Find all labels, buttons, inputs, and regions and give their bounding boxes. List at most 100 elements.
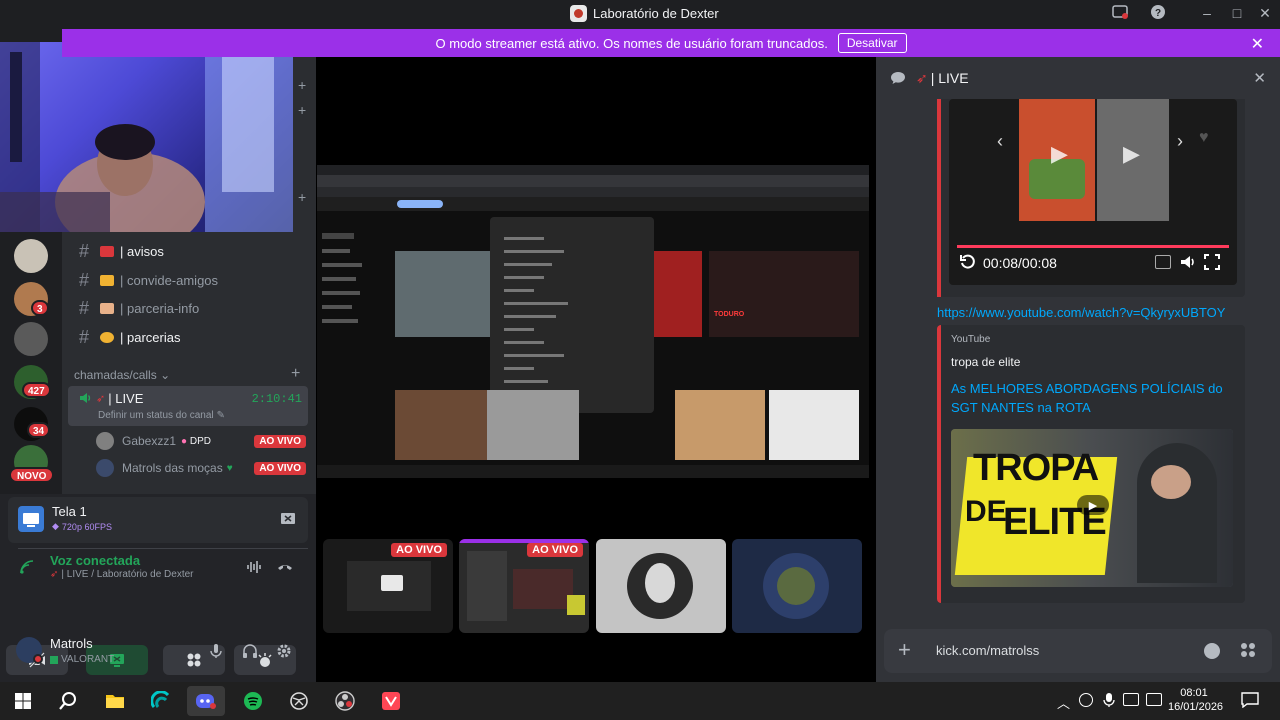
stream-panel: Tela 1 ◆ 720p 60FPS [8,497,308,543]
close-window-icon[interactable]: ✕ [1255,4,1275,22]
message-input[interactable]: kick.com/matrolss [936,643,1039,658]
server-icon-1[interactable] [14,239,48,273]
emoji-icon[interactable] [1204,643,1220,659]
yt-short [675,390,765,460]
valorant-icon[interactable] [372,686,410,716]
rocket-icon: ➶ [50,569,59,580]
voice-location[interactable]: ➶ | LIVE / Laboratório de Dexter [50,569,194,580]
set-status-hint[interactable]: Definir um status do canal ✎ [98,410,225,421]
play-icon[interactable]: ▶ [1051,141,1068,167]
microphone-icon[interactable] [208,643,224,659]
embed-title[interactable]: As MELHORES ABORDAGENS POLÍCIAIS do SGT … [951,379,1231,417]
chat-title-label: | LIVE [930,70,969,86]
participant-tile[interactable]: AO VIVO [323,539,453,633]
user-activity: VALORANT [50,654,114,665]
microphone-tray-icon[interactable] [1103,692,1115,713]
server-logo-icon [570,5,587,22]
chat-title: ➶ | LIVE [916,70,969,87]
embed-author[interactable]: tropa de elite [951,355,1020,369]
clock[interactable]: 08:01 16/01/2026 [1168,686,1223,714]
nitro-icon: ◆ [52,521,59,531]
captions-icon[interactable] [1155,255,1171,269]
app-icon[interactable] [142,686,180,716]
signal-icon[interactable] [19,559,35,575]
yt-thumbnail [395,251,491,337]
browser-addressbar [317,175,869,187]
participant-tile[interactable]: AO VIVO [459,539,589,633]
chevron-right-icon[interactable]: › [1177,131,1183,152]
browser-tabbar [317,165,869,175]
hash-icon: # [78,240,89,261]
chevron-left-icon[interactable]: ‹ [997,131,1003,152]
spotify-icon[interactable] [234,686,272,716]
add-voice-channel-icon[interactable]: + [291,365,300,383]
maximize-icon[interactable]: □ [1227,4,1247,22]
channel-parceria-info[interactable]: # | parceria-info [74,295,310,321]
windows-start-icon[interactable] [4,686,42,716]
voice-channel-name: | LIVE [108,391,144,406]
network-tray-icon[interactable] [1146,693,1162,706]
add-icon[interactable]: + [298,102,306,118]
close-chat-icon[interactable]: ✕ [1253,69,1266,87]
discord-taskbar-icon[interactable] [187,686,225,716]
channel-parcerias[interactable]: # | parcerias [74,324,310,350]
deactivate-button[interactable]: Desativar [837,33,907,53]
channel-avisos[interactable]: # | avisos [74,238,310,264]
inbox-icon[interactable] [1110,4,1130,22]
voice-user-row[interactable]: Gabexzz1 ● DPD AO VIVO [96,431,306,451]
thumb-text: TROPA [973,447,1099,489]
display-tray-icon[interactable] [1123,693,1139,706]
stop-stream-icon[interactable] [280,511,296,527]
pencil-icon: ✎ [216,410,226,421]
add-icon[interactable]: + [298,189,306,205]
shared-screen[interactable]: TODURO [317,165,869,478]
channel-convide-amigos[interactable]: # | convide-amigos [74,267,310,293]
windows-taskbar: ︿ 08:01 16/01/2026 [0,682,1280,720]
close-banner-icon[interactable]: ✕ [1251,34,1264,54]
help-icon[interactable]: ? [1148,4,1168,22]
camera-tray-icon[interactable] [1079,693,1093,707]
minimize-icon[interactable]: – [1197,4,1217,22]
hash-icon: # [78,269,89,290]
file-explorer-icon[interactable] [96,686,134,716]
hash-icon: # [78,326,89,347]
participant-tile[interactable] [596,539,726,633]
embed-play-button[interactable]: ▶ [1077,495,1109,515]
participant-tile[interactable] [732,539,862,633]
voice-channel-live[interactable]: ➶ | LIVE 2:10:41 Definir um status do ca… [68,386,308,426]
voice-status[interactable]: Voz conectada [50,553,140,568]
screen-share-icon [18,506,44,532]
stream-quality: ◆ 720p 60FPS [52,521,112,532]
gear-icon[interactable] [276,643,292,659]
replay-icon[interactable] [959,253,977,271]
chevron-down-icon: ⌄ [160,368,171,382]
add-icon[interactable]: + [298,77,306,93]
avatar [627,553,693,619]
noise-suppression-icon[interactable] [246,559,264,575]
video-player[interactable]: ▶ ▶ ‹ › ♥ 00:08/00:08 [949,99,1237,285]
yt-thumbnail: TODURO [709,251,859,337]
play-icon[interactable]: ▶ [1123,141,1140,167]
fullscreen-icon[interactable] [1203,253,1221,271]
apps-icon[interactable] [1240,642,1256,658]
volume-icon[interactable] [1179,253,1197,271]
play-icon: ▶ [1088,499,1098,512]
voice-user-row[interactable]: Matrols das moças ♥ AO VIVO [96,458,306,478]
obs-studio-icon[interactable] [326,686,364,716]
attach-plus-icon[interactable]: + [898,639,911,661]
embed-thumbnail[interactable]: TROPA DE ELITE ▶ [951,429,1233,587]
video-progress[interactable] [957,245,1229,248]
stream-stage[interactable]: TODURO AO VIVO AO VIVO [316,57,876,682]
server-icon-3[interactable] [14,322,48,356]
search-icon[interactable] [49,686,87,716]
voice-category[interactable]: chamadas/calls ⌄ [74,368,170,382]
notifications-icon[interactable] [1241,692,1259,713]
disconnect-icon[interactable] [276,559,294,575]
message-link[interactable]: https://www.youtube.com/watch?v=QkyryxUB… [937,305,1225,320]
obs-app-icon[interactable] [280,686,318,716]
browser-infobar [317,197,869,211]
username[interactable]: Matrols [50,636,93,651]
handshake-icon [100,331,114,343]
chevron-up-icon[interactable]: ︿ [1057,693,1070,712]
headphones-icon[interactable] [242,643,258,659]
